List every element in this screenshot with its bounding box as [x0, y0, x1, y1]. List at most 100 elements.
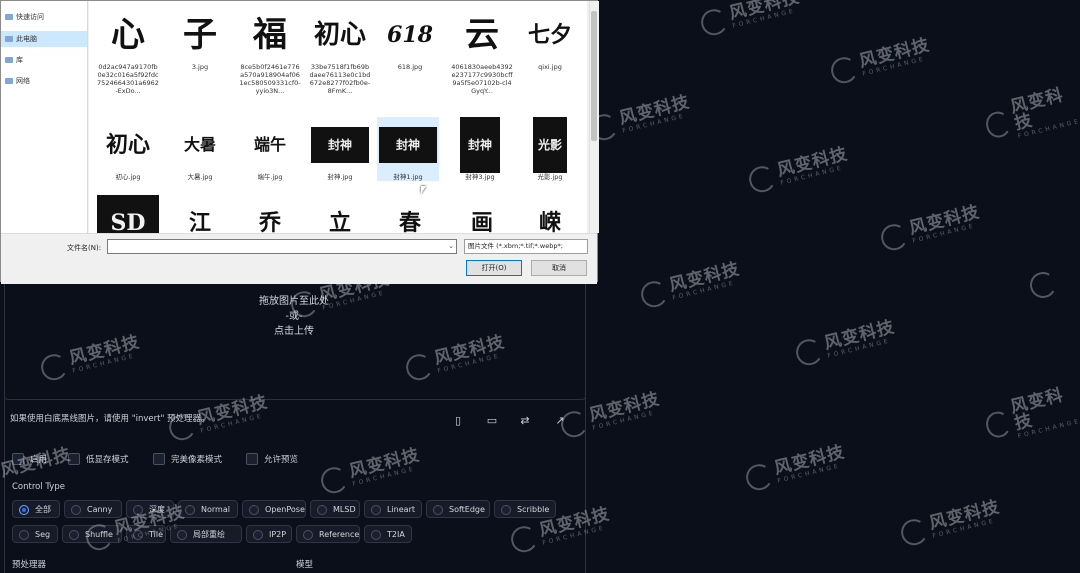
file-tile[interactable]: 618 618.jpg: [379, 7, 441, 71]
open-button[interactable]: 打开(O): [466, 260, 522, 276]
thumbnail: 子: [169, 7, 231, 63]
file-tile[interactable]: 封神 封神.jpg: [309, 117, 371, 181]
checkbox-lowvram[interactable]: 低显存模式: [68, 452, 129, 466]
nav-item-this-pc[interactable]: 此电脑: [1, 31, 87, 47]
radio-icon[interactable]: [69, 530, 79, 540]
control-type-seg[interactable]: Seg: [12, 525, 58, 543]
thumbnail-glyph: 云: [465, 15, 499, 55]
file-tile[interactable]: 嵘: [519, 195, 581, 233]
file-tile[interactable]: 云 4061830aeeb4392e237177c9930bcff9a5f5e07…: [451, 7, 513, 95]
watermark-logo-icon: [746, 163, 778, 195]
radio-icon[interactable]: [133, 530, 143, 540]
swap-icon[interactable]: ⇄: [518, 414, 532, 428]
watermark-logo-icon: [983, 408, 1014, 440]
thumbnail: 七夕: [519, 7, 581, 63]
file-tile[interactable]: 心 0d2ac947a9170fb0e32c016a5f92fdc75246643…: [97, 7, 159, 95]
control-type-depth[interactable]: 深度: [126, 500, 174, 518]
file-icon[interactable]: ▯: [451, 414, 465, 428]
radio-icon[interactable]: [317, 505, 327, 515]
watermark-text: 风变科技: [927, 497, 1002, 534]
file-tile[interactable]: 立: [309, 195, 371, 233]
chip-label: Tile: [149, 529, 164, 539]
chip-label: Normal: [201, 504, 230, 514]
control-type-mlsd[interactable]: MLSD: [310, 500, 360, 518]
filetype-select[interactable]: 图片文件 (*.xbm;*.tif;*.webp*;: [464, 239, 588, 254]
radio-icon[interactable]: [303, 530, 313, 540]
radio-icon[interactable]: [19, 530, 29, 540]
checkbox-pixel-perfect[interactable]: 完美像素模式: [153, 452, 222, 466]
file-tile[interactable]: 福 8ce5b0f2461e776a570a918904af061ec580509…: [239, 7, 301, 95]
chip-label: 深度: [149, 504, 165, 514]
file-tile-selected[interactable]: 封神 封神1.jpg: [377, 117, 439, 181]
radio-icon[interactable]: [185, 505, 195, 515]
radio-icon[interactable]: [177, 530, 187, 540]
control-type-canny[interactable]: Canny: [64, 500, 122, 518]
file-tile[interactable]: 画: [451, 195, 513, 233]
checkbox-box[interactable]: [246, 453, 258, 465]
click-upload-text[interactable]: 点击上传: [0, 322, 588, 337]
control-type-all[interactable]: 全部: [12, 500, 60, 518]
mouse-cursor-icon: [421, 186, 426, 194]
radio-icon[interactable]: [433, 505, 443, 515]
file-tile[interactable]: 七夕 qixi.jpg: [519, 7, 581, 71]
nav-item-quick-access[interactable]: 快速访问: [1, 9, 87, 25]
file-name: 封神1.jpg: [393, 173, 423, 181]
radio-icon[interactable]: [19, 505, 29, 515]
watermark-logo-icon: [638, 278, 670, 310]
control-type-ip2p[interactable]: IP2P: [246, 525, 292, 543]
control-type-scribble[interactable]: Scribble: [494, 500, 556, 518]
watermark-sub: FORCHANGE: [826, 337, 892, 360]
checkbox-box[interactable]: [12, 453, 24, 465]
radio-icon[interactable]: [501, 505, 511, 515]
file-tile[interactable]: SD: [97, 195, 159, 233]
checkbox-box[interactable]: [153, 453, 165, 465]
chip-label: Reference: [319, 529, 360, 539]
file-tile[interactable]: 大暑 大暑.jpg: [169, 117, 231, 181]
nav-item-network[interactable]: 网络: [1, 73, 87, 89]
watermark-sub: FORCHANGE: [931, 517, 997, 540]
watermark: [1027, 269, 1059, 301]
radio-icon[interactable]: [133, 505, 143, 515]
radio-icon[interactable]: [253, 530, 263, 540]
file-tile[interactable]: 江: [169, 195, 231, 233]
control-type-reference[interactable]: Reference: [296, 525, 360, 543]
file-name: 初心.jpg: [115, 173, 141, 181]
control-type-normal[interactable]: Normal: [178, 500, 238, 518]
chevron-down-icon[interactable]: ⌄: [445, 239, 457, 254]
file-tile[interactable]: 端午 端午.jpg: [239, 117, 301, 181]
control-type-lineart[interactable]: Lineart: [364, 500, 422, 518]
file-tile[interactable]: 子 3.jpg: [169, 7, 231, 71]
radio-icon[interactable]: [71, 505, 81, 515]
filename-input[interactable]: [107, 239, 457, 254]
file-list: 心 0d2ac947a9170fb0e32c016a5f92fdc75246643…: [89, 1, 587, 233]
control-type-t2ia[interactable]: T2IA: [364, 525, 412, 543]
file-tile[interactable]: 乔: [239, 195, 301, 233]
file-tile[interactable]: 春: [379, 195, 441, 233]
thumbnail: 初心: [97, 117, 159, 173]
radio-icon[interactable]: [249, 505, 259, 515]
checkbox-enable[interactable]: 启用: [12, 452, 47, 466]
thumbnail: 春: [379, 195, 441, 233]
file-tile[interactable]: 封神 封神3.jpg: [449, 117, 511, 181]
watermark-sub: FORCHANGE: [731, 7, 797, 30]
control-type-shuffle[interactable]: Shuffle: [62, 525, 122, 543]
radio-icon[interactable]: [371, 505, 381, 515]
control-type-inpaint[interactable]: 局部重绘: [170, 525, 242, 543]
watermark-logo-icon: [743, 461, 775, 493]
checkbox-box[interactable]: [68, 453, 80, 465]
radio-icon[interactable]: [371, 530, 381, 540]
scrollbar-thumb[interactable]: [591, 11, 597, 141]
nav-item-library[interactable]: 库: [1, 52, 87, 68]
file-tile[interactable]: 光影 光影.jpg: [519, 117, 581, 181]
control-type-openpose[interactable]: OpenPose: [242, 500, 306, 518]
control-type-tile[interactable]: Tile: [126, 525, 166, 543]
control-type-softedge[interactable]: SoftEdge: [426, 500, 490, 518]
thumbnail-glyph: 福: [253, 15, 287, 55]
file-tile[interactable]: 初心 初心.jpg: [97, 117, 159, 181]
checkbox-allow-preview[interactable]: 允许预览: [246, 452, 298, 466]
camera-icon[interactable]: ▭: [485, 414, 499, 428]
file-tile[interactable]: 初心 33be7518f1fb69bdaee76113e0c1bd672e8277…: [309, 7, 371, 95]
cancel-button[interactable]: 取消: [531, 260, 587, 276]
arrow-icon[interactable]: ↗: [553, 414, 567, 428]
network-icon: [5, 78, 13, 84]
